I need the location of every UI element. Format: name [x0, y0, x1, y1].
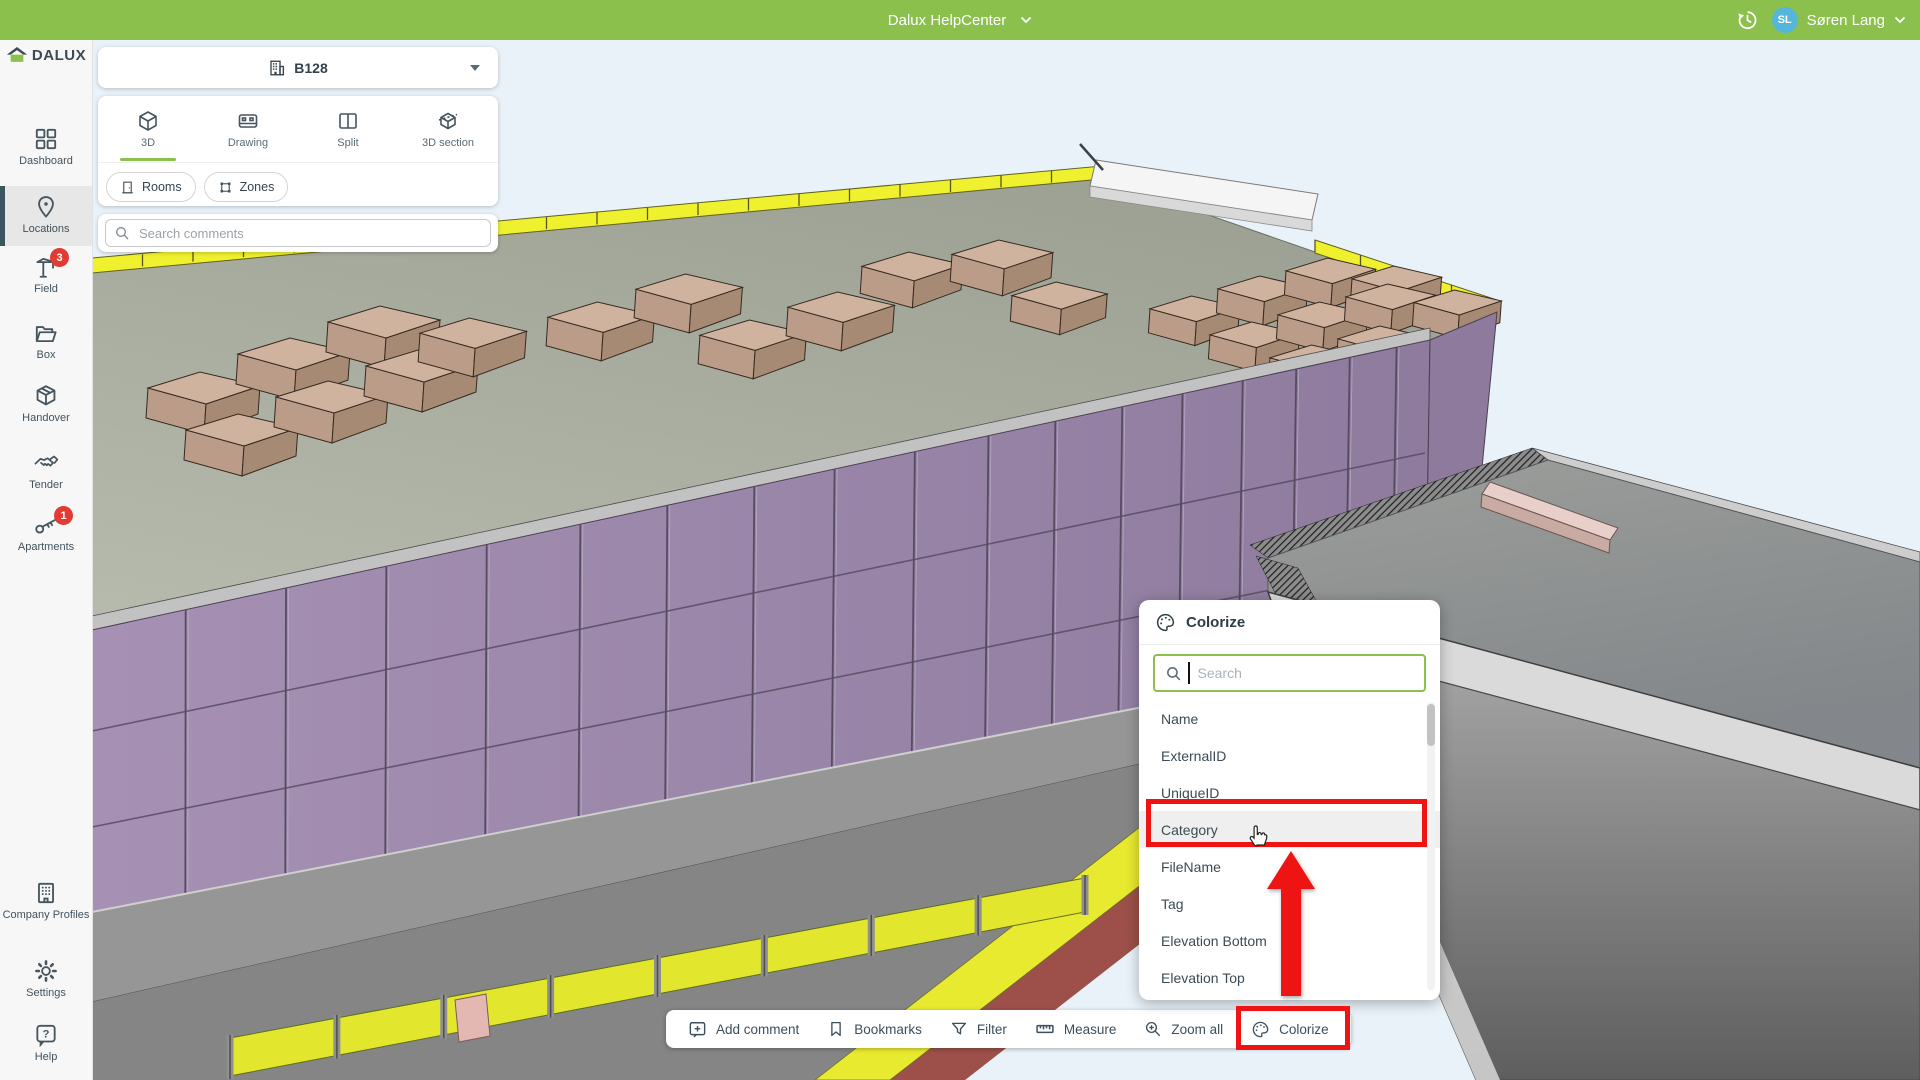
- zoom-all-icon: [1144, 1020, 1162, 1038]
- popup-title: Colorize: [1186, 614, 1245, 631]
- company-building-icon: [33, 880, 59, 906]
- user-menu[interactable]: SL Søren Lang: [1772, 7, 1906, 33]
- list-item-elevation-bottom[interactable]: Elevation Bottom: [1139, 922, 1440, 959]
- field-badge: 3: [50, 248, 69, 267]
- dalux-house-icon: [6, 46, 28, 65]
- dropdown-caret-icon: [470, 65, 480, 71]
- chevron-down-icon: [1894, 16, 1906, 24]
- colorize-button[interactable]: Colorize: [1237, 1010, 1343, 1048]
- gear-icon: [33, 958, 59, 984]
- sidebar-item-dashboard[interactable]: Dashboard: [0, 126, 92, 168]
- search-comments-input[interactable]: [137, 225, 490, 242]
- palette-icon: [1251, 1020, 1270, 1039]
- sidebar-item-box[interactable]: Box: [0, 320, 92, 362]
- colorize-popup: Colorize Name ExternalID UniqueID Catego…: [1139, 600, 1440, 1000]
- dalux-logo[interactable]: DALUX: [0, 46, 92, 65]
- filter-icon: [950, 1020, 968, 1038]
- popup-scrollbar[interactable]: [1427, 702, 1435, 990]
- history-icon[interactable]: [1736, 9, 1758, 31]
- tab-split[interactable]: Split: [298, 96, 398, 162]
- cube-section-icon: [436, 109, 460, 133]
- folder-icon: [33, 320, 59, 346]
- list-item-elevation-top[interactable]: Elevation Top: [1139, 959, 1440, 996]
- handover-box-icon: [33, 383, 59, 409]
- door-icon: [120, 180, 135, 195]
- list-item-tag[interactable]: Tag: [1139, 885, 1440, 922]
- sidebar-item-settings[interactable]: Settings: [0, 958, 92, 1000]
- zone-marquee-icon: [218, 180, 233, 195]
- sidebar-item-field[interactable]: Field: [0, 254, 92, 296]
- user-name: Søren Lang: [1807, 12, 1885, 29]
- list-item-filename[interactable]: FileName: [1139, 848, 1440, 885]
- logo-text: DALUX: [32, 47, 86, 64]
- viewer-toolbar: Add comment Bookmarks Filter Measure Zoo…: [666, 1010, 1351, 1048]
- building-icon: [268, 59, 286, 77]
- view-mode-card: 3D Drawing Split 3D section: [98, 96, 498, 206]
- helpcenter-title: Dalux HelpCenter: [888, 12, 1006, 29]
- avatar: SL: [1772, 7, 1798, 33]
- handshake-icon: [33, 450, 60, 476]
- text-caret: [1188, 662, 1190, 684]
- building-name: B128: [294, 60, 327, 76]
- selected-indicator: [0, 186, 5, 246]
- drawing-icon: [236, 109, 260, 133]
- location-pin-icon: [33, 194, 59, 220]
- sidebar: DALUX Dashboard Locations Field 3 Box: [0, 40, 93, 1080]
- top-bar: Dalux HelpCenter SL Søren Lang: [0, 0, 1920, 40]
- list-item-externalid[interactable]: ExternalID: [1139, 737, 1440, 774]
- rooms-filter-button[interactable]: Rooms: [106, 172, 196, 202]
- sidebar-item-tender[interactable]: Tender: [0, 450, 92, 492]
- zones-filter-button[interactable]: Zones: [204, 172, 289, 202]
- cube-3d-icon: [136, 109, 160, 133]
- tab-drawing[interactable]: Drawing: [198, 96, 298, 162]
- apartments-badge: 1: [54, 506, 73, 525]
- bookmarks-button[interactable]: Bookmarks: [813, 1010, 936, 1048]
- helpcenter-menu[interactable]: Dalux HelpCenter: [0, 0, 1920, 40]
- split-view-icon: [336, 109, 360, 133]
- help-icon: ?: [33, 1022, 59, 1048]
- list-item-category[interactable]: Category: [1139, 811, 1440, 848]
- property-list: Name ExternalID UniqueID Category FileNa…: [1139, 700, 1440, 996]
- ruler-icon: [1035, 1019, 1055, 1039]
- sidebar-item-company-profiles[interactable]: Company Profiles: [0, 880, 92, 922]
- scrollbar-thumb[interactable]: [1427, 704, 1435, 746]
- bookmark-icon: [827, 1020, 845, 1038]
- filter-button[interactable]: Filter: [936, 1010, 1021, 1048]
- building-selector[interactable]: B128: [98, 47, 498, 88]
- add-comment-icon: [688, 1020, 707, 1039]
- sidebar-item-locations[interactable]: Locations: [0, 186, 92, 246]
- list-item-uniqueid[interactable]: UniqueID: [1139, 774, 1440, 811]
- sidebar-item-apartments[interactable]: Apartments: [0, 512, 92, 554]
- list-item-name[interactable]: Name: [1139, 700, 1440, 737]
- tab-3d[interactable]: 3D: [98, 96, 198, 162]
- search-icon: [114, 225, 130, 241]
- sidebar-item-handover[interactable]: Handover: [0, 383, 92, 425]
- zoom-all-button[interactable]: Zoom all: [1130, 1010, 1237, 1048]
- popup-search-input[interactable]: [1196, 664, 1425, 682]
- active-tab-underline: [120, 158, 176, 161]
- popup-search-box: [1153, 654, 1426, 692]
- measure-button[interactable]: Measure: [1021, 1010, 1131, 1048]
- sidebar-item-help[interactable]: ? Help: [0, 1022, 92, 1064]
- add-comment-button[interactable]: Add comment: [674, 1010, 813, 1048]
- chevron-down-icon: [1020, 16, 1032, 24]
- svg-text:?: ?: [43, 1028, 50, 1040]
- search-icon: [1165, 665, 1182, 682]
- dashboard-icon: [33, 126, 59, 152]
- comments-search-card: [98, 214, 498, 252]
- palette-icon: [1155, 612, 1176, 633]
- tab-3d-section[interactable]: 3D section: [398, 96, 498, 162]
